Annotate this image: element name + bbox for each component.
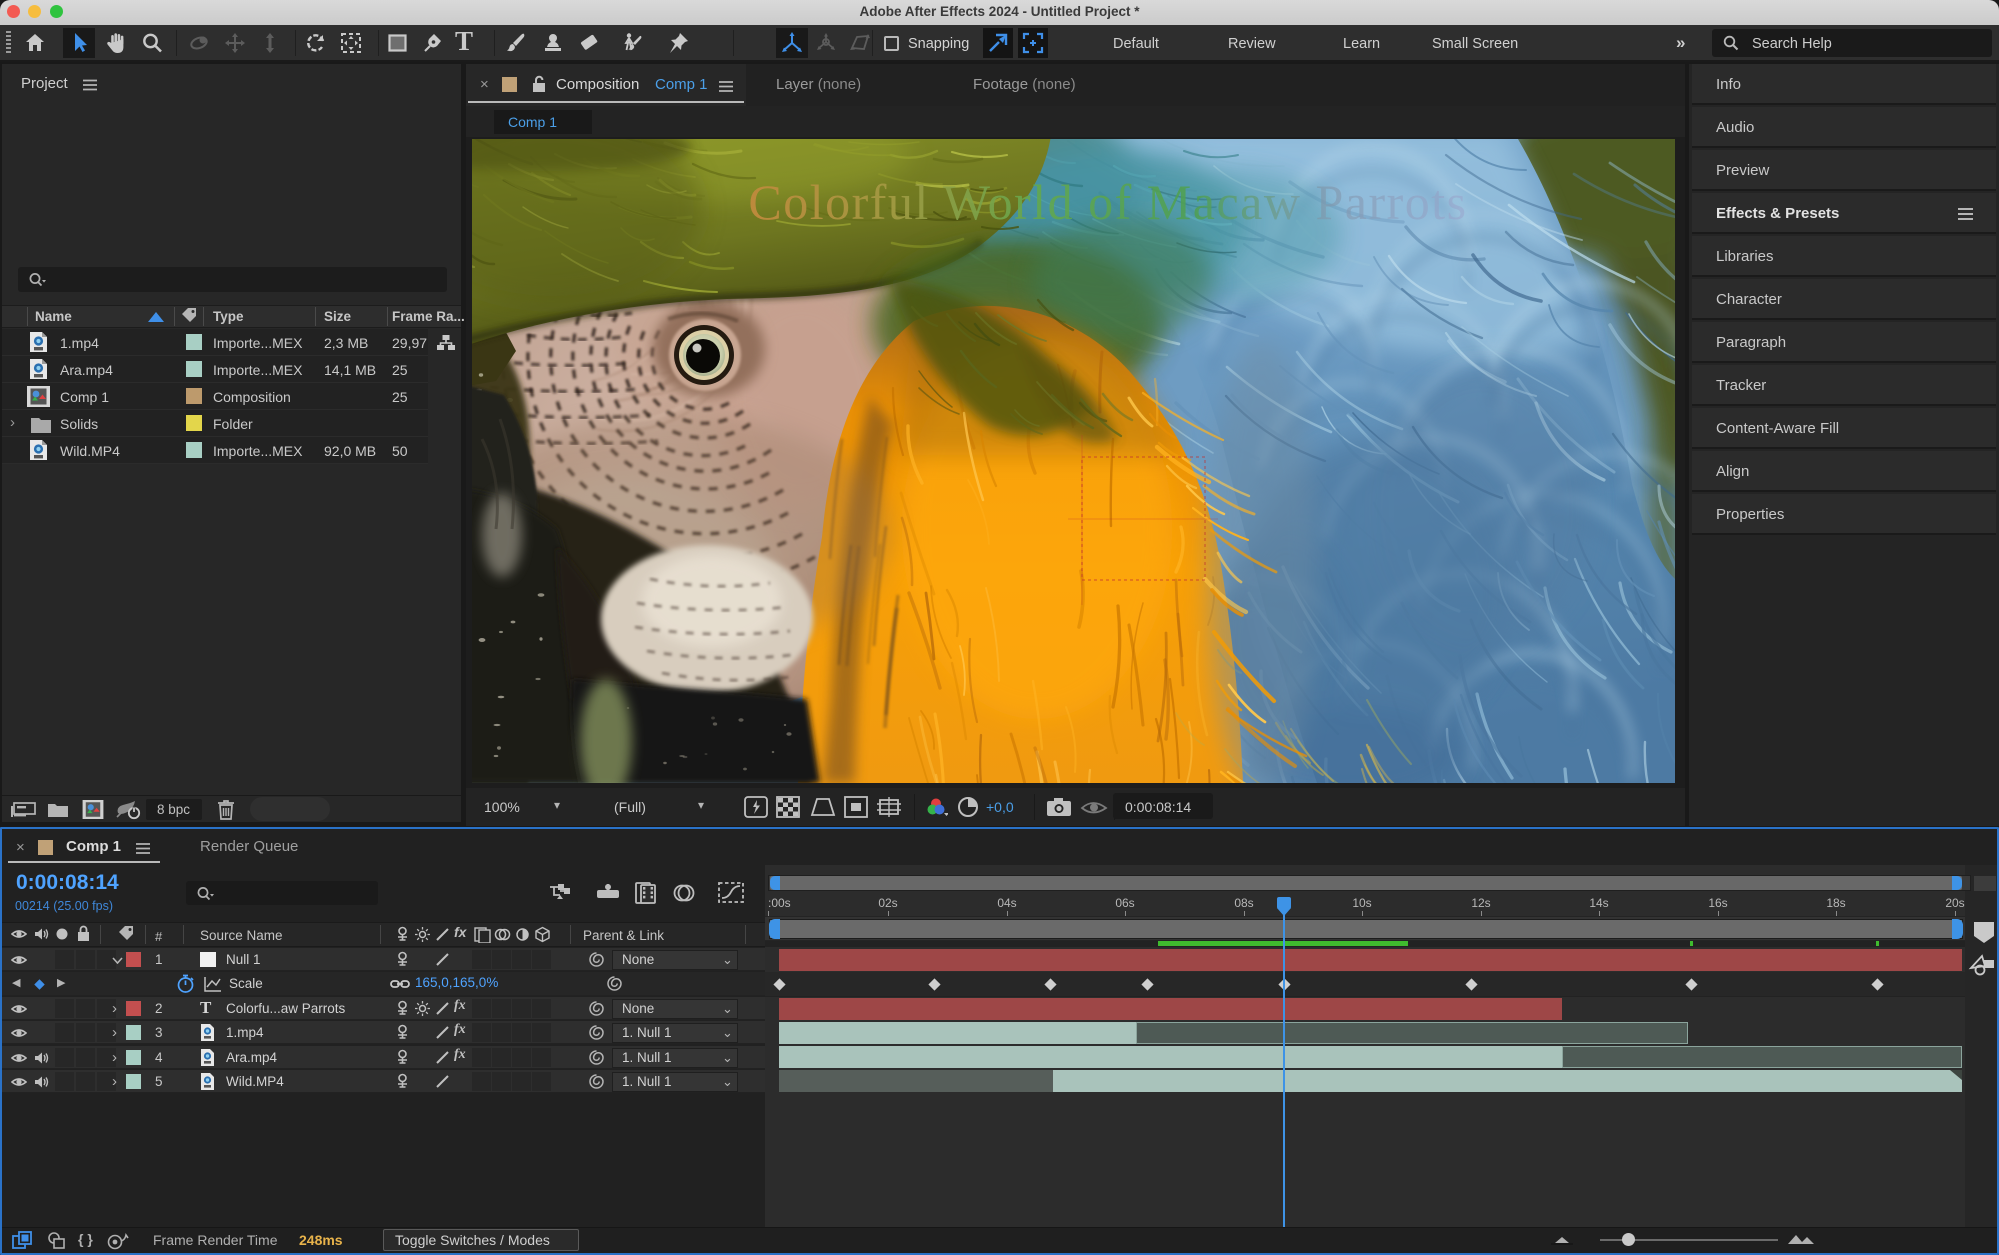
svg-text:Colorful World of Macaw Parrot: Colorful World of Macaw Parrots bbox=[748, 174, 1467, 230]
